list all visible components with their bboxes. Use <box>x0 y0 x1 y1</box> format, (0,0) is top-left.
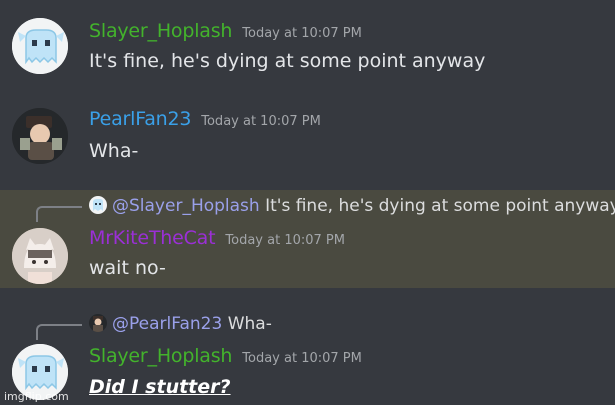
reply-avatar-icon <box>89 314 107 332</box>
username[interactable]: Slayer_Hoplash <box>89 20 232 42</box>
watermark: imgflip.com <box>4 390 69 403</box>
reply-text: Wha- <box>227 314 272 334</box>
character-icon <box>12 108 68 164</box>
reply-preview[interactable]: @Slayer_Hoplash It's fine, he's dying at… <box>89 196 615 216</box>
avatar-slayer[interactable] <box>12 18 68 74</box>
reply-avatar-icon <box>89 196 107 214</box>
reply-text: It's fine, he's dying at some point anyw… <box>265 196 615 216</box>
message-1: Slayer_Hoplash Today at 10:07 PM It's fin… <box>0 0 615 90</box>
message-header: PearlFan23 Today at 10:07 PM <box>89 108 321 130</box>
message-text: It's fine, he's dying at some point anyw… <box>89 50 486 72</box>
message-header: MrKiteTheCat Today at 10:07 PM <box>89 227 345 249</box>
username[interactable]: Slayer_Hoplash <box>89 345 232 367</box>
timestamp: Today at 10:07 PM <box>225 233 345 248</box>
avatar-mrkite[interactable] <box>12 228 68 284</box>
reply-mention[interactable]: @Slayer_Hoplash <box>112 196 260 216</box>
reply-connector <box>36 206 82 222</box>
message-header: Slayer_Hoplash Today at 10:07 PM <box>89 20 362 42</box>
avatar-pearlfan[interactable] <box>12 108 68 164</box>
reply-mention[interactable]: @PearlFan23 <box>112 314 222 334</box>
message-4: @PearlFan23 Wha- Slayer_Hoplash Today at … <box>0 288 615 405</box>
timestamp: Today at 10:07 PM <box>201 114 321 129</box>
message-text: Wha- <box>89 140 139 162</box>
timestamp: Today at 10:07 PM <box>242 351 362 366</box>
reply-preview[interactable]: @PearlFan23 Wha- <box>89 314 272 334</box>
message-text: wait no- <box>89 257 166 279</box>
username[interactable]: MrKiteTheCat <box>89 227 216 249</box>
reply-connector <box>36 324 82 340</box>
message-text: Did I stutter? <box>89 376 231 398</box>
message-3: @Slayer_Hoplash It's fine, he's dying at… <box>0 190 615 288</box>
cat-icon <box>12 228 68 284</box>
message-2: PearlFan23 Today at 10:07 PM Wha- <box>0 90 615 190</box>
ghost-creature-icon <box>12 18 68 74</box>
username[interactable]: PearlFan23 <box>89 108 191 130</box>
timestamp: Today at 10:07 PM <box>242 26 362 41</box>
message-header: Slayer_Hoplash Today at 10:07 PM <box>89 345 362 367</box>
